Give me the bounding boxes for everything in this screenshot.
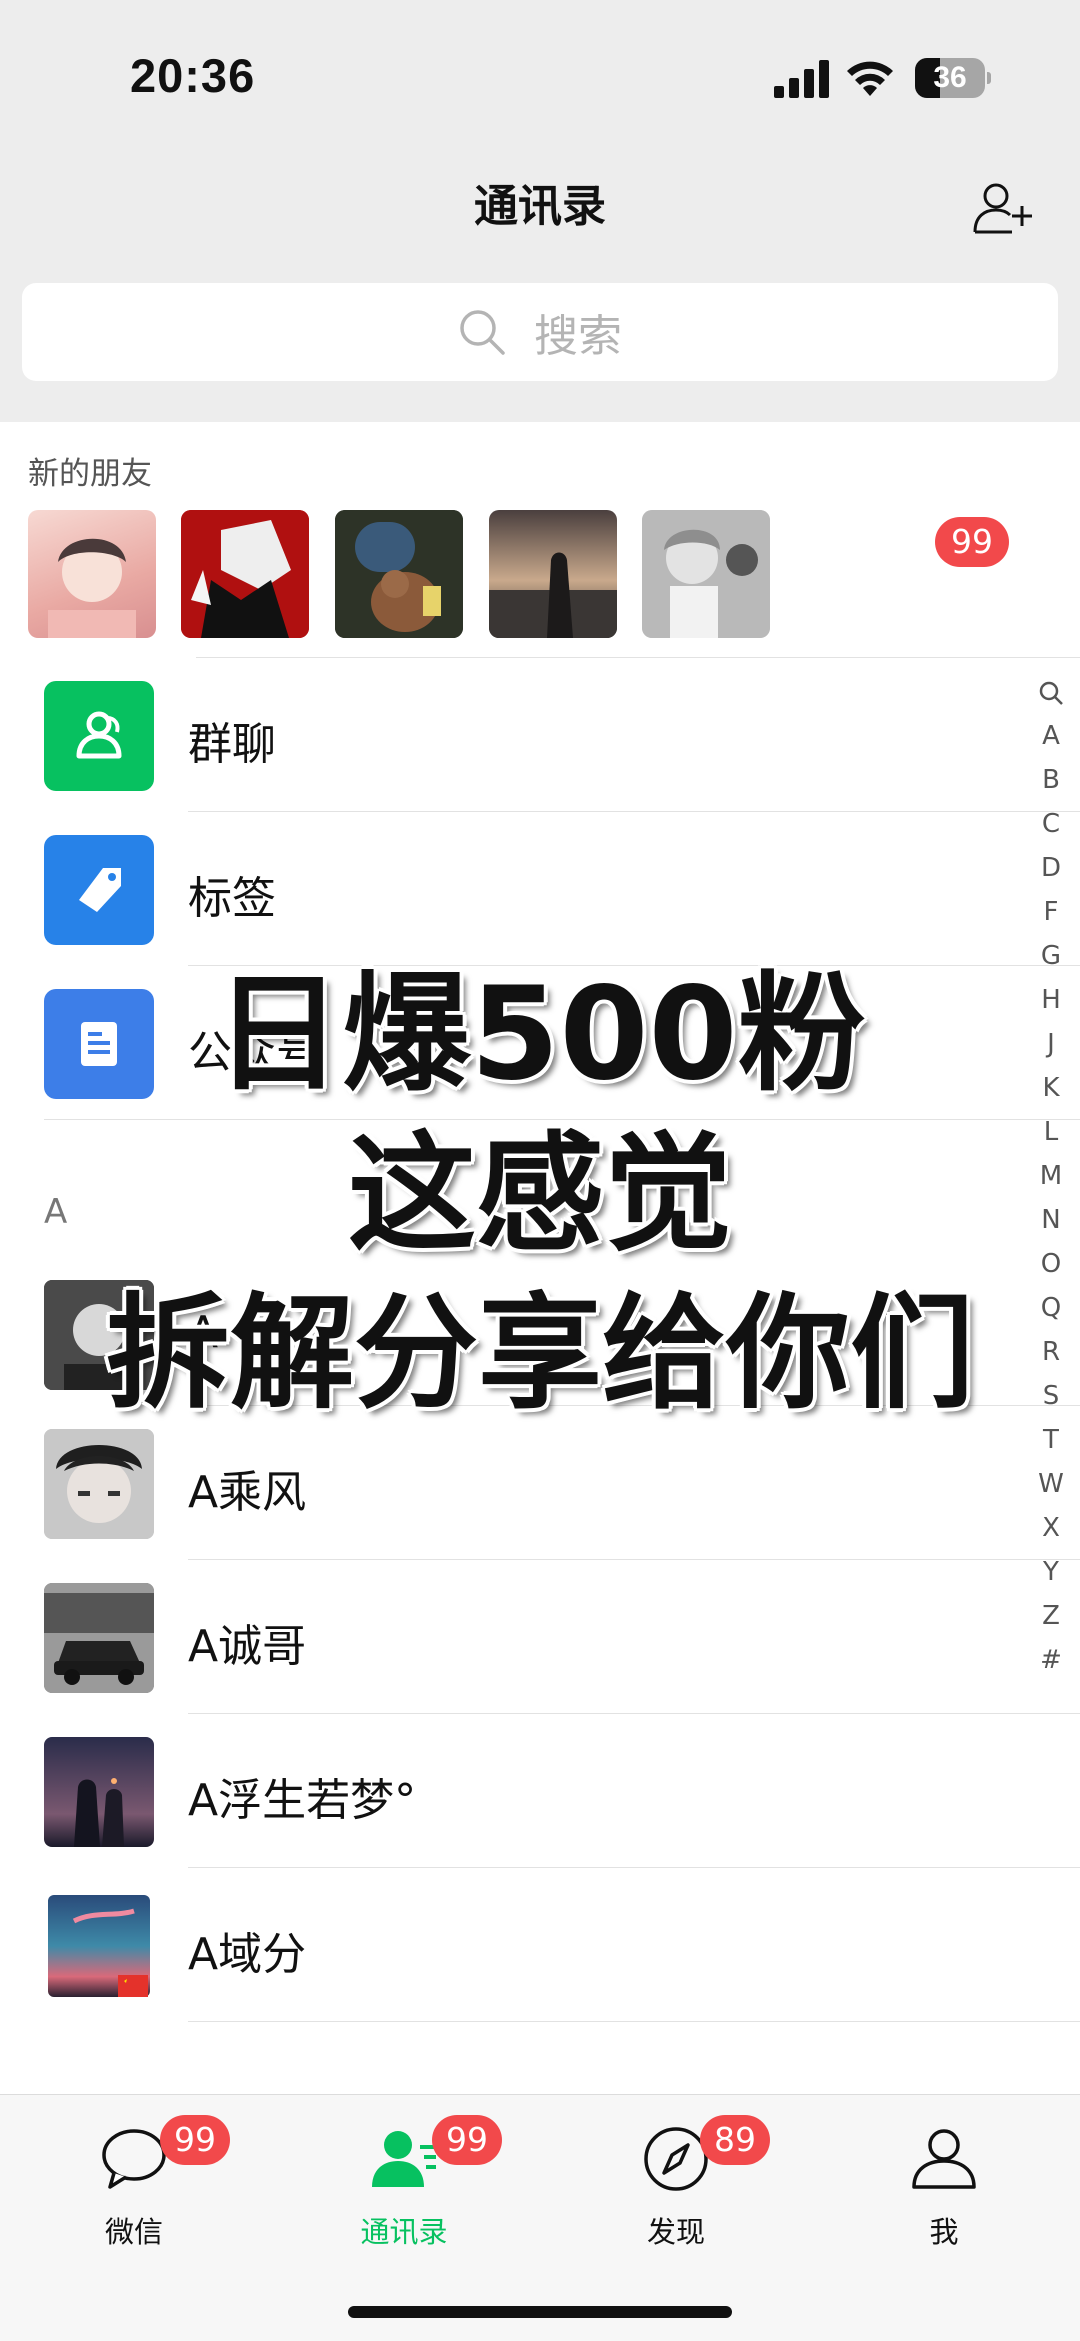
contact-row[interactable]: A浮生若梦° <box>0 1720 1080 1874</box>
contact-row[interactable]: A乘风 <box>0 1412 1080 1566</box>
section-header-a: A <box>44 1192 68 1232</box>
tab-label: 我 <box>929 2215 959 2249</box>
group-chats-row[interactable]: 群聊 <box>0 664 1080 818</box>
index-letter[interactable]: Z <box>1036 1594 1066 1638</box>
contact-name: A浮生若梦° <box>188 1775 417 1826</box>
tab-label: 微信 <box>104 2215 163 2249</box>
wifi-icon <box>847 61 893 96</box>
tab-bar: 微信 99 通讯录 99 发现 89 我 <box>0 2094 1080 2341</box>
search-placeholder: 搜索 <box>534 311 622 362</box>
index-letter[interactable]: K <box>1036 1066 1066 1110</box>
tags-row[interactable]: 标签 <box>0 818 1080 972</box>
group-chats-label: 群聊 <box>188 719 276 770</box>
index-letter[interactable]: # <box>1036 1638 1066 1682</box>
index-letter[interactable]: G <box>1036 934 1066 978</box>
contact-row[interactable]: A <box>0 1263 1080 1417</box>
index-letter[interactable]: T <box>1036 1418 1066 1462</box>
tab-chats[interactable]: 微信 99 <box>34 2115 234 2273</box>
contact-name: A域分 <box>188 1929 307 1980</box>
group-chat-icon <box>44 681 154 791</box>
index-letter[interactable]: S <box>1036 1374 1066 1418</box>
contact-avatar <box>44 1280 154 1390</box>
index-letter[interactable]: M <box>1036 1154 1066 1198</box>
index-letter[interactable]: H <box>1036 978 1066 1022</box>
contact-name: A诚哥 <box>188 1621 307 1672</box>
official-accounts-label: 公众号 <box>188 1027 320 1078</box>
index-letter[interactable]: Q <box>1036 1286 1066 1330</box>
new-friend-avatar[interactable] <box>489 510 617 638</box>
index-letter[interactable]: J <box>1036 1022 1066 1066</box>
alphabet-index[interactable]: A B C D F G H J K L M N O Q R S T W X Y Z # <box>1036 680 1066 1682</box>
new-friend-avatar[interactable] <box>335 510 463 638</box>
index-letter[interactable]: W <box>1036 1462 1066 1506</box>
index-letter[interactable]: A <box>1036 714 1066 758</box>
index-letter[interactable]: N <box>1036 1198 1066 1242</box>
index-letter[interactable]: D <box>1036 846 1066 890</box>
contact-avatar <box>44 1583 154 1693</box>
contacts-icon <box>372 2131 436 2187</box>
new-friend-avatar[interactable] <box>181 510 309 638</box>
index-letter[interactable]: O <box>1036 1242 1066 1286</box>
new-friend-avatar[interactable] <box>28 510 156 638</box>
index-letter[interactable]: C <box>1036 802 1066 846</box>
search-input[interactable]: 搜索 <box>22 283 1058 381</box>
person-icon <box>912 2129 976 2189</box>
status-time: 20:36 <box>130 49 256 102</box>
index-letter[interactable]: R <box>1036 1330 1066 1374</box>
index-letter[interactable]: B <box>1036 758 1066 802</box>
tab-discover[interactable]: 发现 89 <box>576 2115 776 2273</box>
tab-label: 通讯录 <box>360 2215 448 2249</box>
index-letter[interactable]: L <box>1036 1110 1066 1154</box>
battery-percent: 36 <box>933 61 967 94</box>
search-icon <box>460 310 505 355</box>
home-indicator <box>348 2306 732 2318</box>
tab-badge: 99 <box>160 2115 230 2165</box>
tab-label: 发现 <box>646 2215 705 2249</box>
contact-avatar <box>44 1429 154 1539</box>
new-friend-avatar[interactable] <box>642 510 770 638</box>
tag-icon <box>44 835 154 945</box>
index-letter[interactable]: X <box>1036 1506 1066 1550</box>
add-friend-icon[interactable] <box>972 180 1036 236</box>
index-letter[interactable]: Y <box>1036 1550 1066 1594</box>
official-account-icon <box>44 989 154 1099</box>
contact-name: A <box>188 1307 219 1358</box>
index-letter[interactable]: F <box>1036 890 1066 934</box>
tab-badge: 99 <box>432 2115 502 2165</box>
new-friends-badge: 99 <box>935 517 1009 567</box>
tab-contacts[interactable]: 通讯录 99 <box>304 2115 504 2273</box>
chat-bubble-icon <box>102 2129 166 2189</box>
contact-avatar <box>44 1737 154 1847</box>
tags-label: 标签 <box>188 873 276 924</box>
page-title: 通讯录 <box>474 181 606 232</box>
tab-badge: 89 <box>700 2115 770 2165</box>
cellular-signal-icon <box>774 60 829 98</box>
status-bar: 20:36 36 <box>0 0 1080 150</box>
contact-name: A乘风 <box>188 1467 307 1518</box>
tab-me[interactable]: 我 <box>844 2123 1044 2273</box>
contact-row[interactable]: A诚哥 <box>0 1566 1080 1720</box>
contact-avatar <box>44 1891 154 2001</box>
official-accounts-row[interactable]: 公众号 <box>0 972 1080 1126</box>
battery-icon: 36 <box>915 58 991 98</box>
index-search-icon[interactable] <box>1038 680 1064 706</box>
new-friends-label: 新的朋友 <box>28 456 152 492</box>
contact-row[interactable]: A域分 <box>0 1874 1080 2028</box>
